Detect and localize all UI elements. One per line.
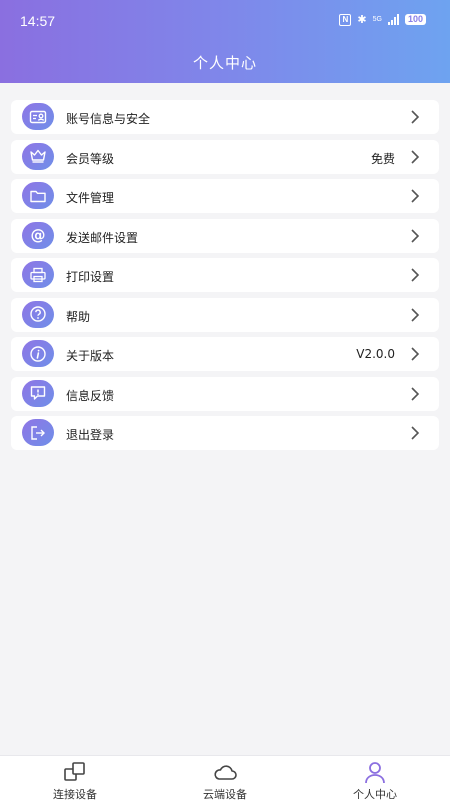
menu-item-label: 发送邮件设置 <box>66 230 139 245</box>
menu-item-label: 打印设置 <box>66 270 115 284</box>
page-title: 个人中心 <box>192 54 257 72</box>
tab-label: 连接设备 <box>53 788 97 800</box>
tab-personal-center[interactable]: 个人中心 <box>300 756 450 800</box>
menu-item-label: 账号信息与安全 <box>66 112 151 126</box>
menu-item-membership[interactable]: 会员等级 免费 <box>11 139 439 174</box>
menu-item-label: 信息反馈 <box>66 388 115 403</box>
tab-cloud-devices[interactable]: 云端设备 <box>150 756 300 800</box>
menu-item-help[interactable]: 帮助 <box>11 297 439 332</box>
header-bar: 14:57 N ✱ 5G 100 个人中心 <box>0 0 450 83</box>
menu-item-account-security[interactable]: 账号信息与安全 <box>11 100 439 134</box>
battery-icon: 100 <box>404 14 426 25</box>
menu-item-value: 免费 <box>370 151 395 166</box>
feedback-icon <box>22 379 54 407</box>
version-value: V2.0.0 <box>356 347 395 361</box>
menu-list: 账号信息与安全 会员等级 免费 文件管理 @ 发送邮件设置 打印设置 帮助 关于… <box>11 100 439 456</box>
svg-text:@: @ <box>31 226 46 244</box>
status-time: 14:57 <box>20 13 56 29</box>
menu-item-file-management[interactable]: 文件管理 <box>11 179 439 213</box>
status-bar: 14:57 N ✱ 5G 100 <box>0 0 450 40</box>
printer-icon <box>22 261 54 288</box>
bottom-tab-bar: 连接设备 云端设备 个人中心 <box>0 755 450 800</box>
bluetooth-icon: ✱ <box>357 14 367 26</box>
chevron-right-icon <box>411 268 420 282</box>
info-icon <box>22 340 54 367</box>
menu-item-print-settings[interactable]: 打印设置 <box>11 258 439 292</box>
connect-devices-icon <box>64 762 85 781</box>
chevron-right-icon <box>411 347 420 361</box>
chevron-right-icon <box>411 110 420 124</box>
nfc-icon: N <box>339 13 352 26</box>
cloud-icon <box>214 765 237 780</box>
menu-item-label: 会员等级 <box>66 151 115 166</box>
menu-item-email-settings[interactable]: @ 发送邮件设置 <box>11 218 439 253</box>
help-icon <box>22 300 54 328</box>
crown-icon <box>22 142 54 170</box>
menu-item-label: 退出登录 <box>66 428 115 442</box>
tab-label: 云端设备 <box>203 788 247 800</box>
logout-icon <box>22 419 54 446</box>
id-card-icon <box>22 103 54 130</box>
tab-connect-devices[interactable]: 连接设备 <box>0 756 150 800</box>
person-icon <box>365 762 385 784</box>
network-type: 5G <box>372 16 382 23</box>
chevron-right-icon <box>411 386 420 401</box>
chevron-right-icon <box>411 307 420 322</box>
chevron-right-icon <box>411 189 420 203</box>
menu-item-logout[interactable]: 退出登录 <box>11 416 439 450</box>
chevron-right-icon <box>411 228 420 243</box>
menu-item-label: 帮助 <box>66 309 91 324</box>
chevron-right-icon <box>411 426 420 440</box>
tab-label: 个人中心 <box>353 788 397 800</box>
menu-item-label: 文件管理 <box>66 191 115 205</box>
menu-item-label: 关于版本 <box>66 349 115 363</box>
status-icons: N ✱ 5G 100 <box>339 13 426 26</box>
menu-item-feedback[interactable]: 信息反馈 <box>11 376 439 411</box>
menu-item-about-version[interactable]: 关于版本 V2.0.0 <box>11 337 439 371</box>
folder-icon <box>22 182 54 209</box>
signal-icon <box>387 14 399 25</box>
at-icon: @ <box>22 221 54 249</box>
chevron-right-icon <box>411 149 420 164</box>
